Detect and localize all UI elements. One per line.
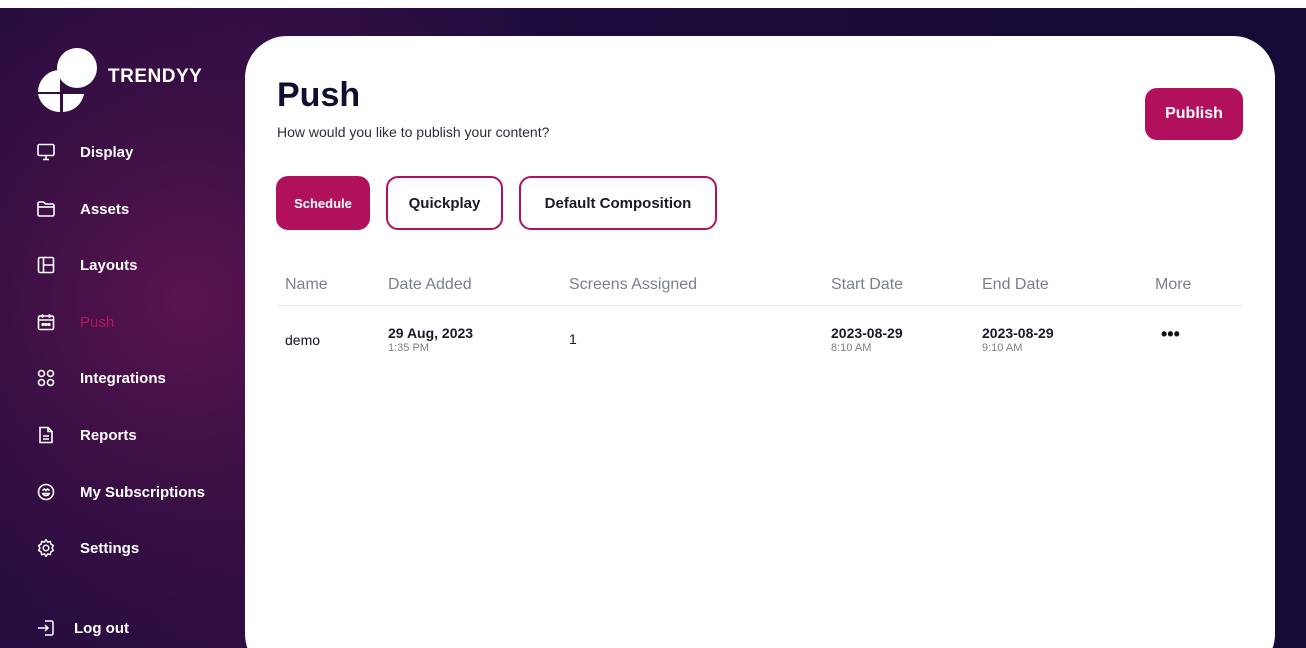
sidebar-item-integrations[interactable]: Integrations (36, 364, 166, 392)
sidebar-item-push[interactable]: Push (36, 308, 114, 336)
end-time-value: 9:10 AM (982, 342, 1023, 354)
gear-icon (36, 538, 56, 558)
report-icon (36, 425, 56, 445)
page-subtitle: How would you like to publish your conte… (277, 124, 550, 140)
tab-schedule[interactable]: Schedule (276, 176, 370, 230)
end-date-value: 2023-08-29 (982, 325, 1054, 341)
logout-button[interactable]: Log out (36, 614, 129, 642)
grid-icon (36, 368, 56, 388)
trendyy-logo (36, 48, 100, 113)
start-date-value: 2023-08-29 (831, 325, 903, 341)
sidebar-item-settings[interactable]: Settings (36, 534, 139, 562)
sidebar-item-reports[interactable]: Reports (36, 421, 137, 449)
sidebar-item-label: Display (80, 143, 134, 161)
layout-icon (36, 255, 56, 275)
sidebar-item-display[interactable]: Display (36, 138, 133, 166)
publish-button[interactable]: Publish (1145, 88, 1243, 140)
start-time-value: 8:10 AM (831, 342, 872, 354)
logout-icon (36, 618, 56, 638)
schedule-table: Name Date Added Screens Assigned Start D… (277, 270, 1243, 366)
sidebar-item-label: Integrations (80, 369, 166, 387)
cell-end-date: 2023-08-29 9:10 AM (982, 325, 1054, 354)
sidebar-item-label: Reports (80, 426, 137, 444)
brand-name: TRENDYY (108, 66, 203, 87)
table-row[interactable]: demo 29 Aug, 2023 1:35 PM 1 2023-08-29 8… (277, 306, 1243, 366)
column-header-end-date: End Date (982, 276, 1049, 293)
date-added-value: 29 Aug, 2023 (388, 325, 474, 341)
sidebar-item-label: Push (80, 313, 115, 331)
more-options-icon[interactable]: ••• (1161, 324, 1180, 345)
sidebar-item-assets[interactable]: Assets (36, 195, 129, 223)
sidebar-item-layouts[interactable]: Layouts (36, 251, 138, 279)
column-header-screens-assigned: Screens Assigned (569, 276, 698, 293)
column-header-start-date: Start Date (831, 276, 904, 293)
sidebar-item-my-subscriptions[interactable]: My Subscriptions (36, 478, 205, 506)
sidebar-item-label: Assets (80, 200, 130, 218)
logout-label: Log out (74, 619, 129, 637)
time-added-value: 1:35 PM (388, 342, 429, 354)
top-strip (0, 0, 1306, 8)
subscription-icon (36, 482, 56, 502)
cell-name: demo (285, 332, 321, 348)
cell-start-date: 2023-08-29 8:10 AM (831, 325, 903, 354)
cell-screens-assigned: 1 (569, 331, 577, 347)
sidebar-item-label: My Subscriptions (80, 483, 206, 501)
column-header-name: Name (285, 276, 328, 293)
cell-date-added: 29 Aug, 2023 1:35 PM (388, 325, 473, 354)
sidebar: TRENDYY Display Assets Layouts Push Inte… (0, 8, 245, 648)
main-card: Push How would you like to publish your … (245, 36, 1275, 648)
calendar-icon (36, 312, 56, 332)
folder-icon (36, 199, 56, 219)
sidebar-item-label: Layouts (80, 256, 138, 274)
sidebar-item-label: Settings (80, 539, 140, 557)
monitor-icon (36, 142, 56, 162)
column-header-date-added: Date Added (388, 276, 472, 293)
column-header-more: More (1155, 276, 1192, 293)
page-title: Push (277, 76, 361, 114)
tab-default-composition[interactable]: Default Composition (519, 176, 717, 230)
table-header: Name Date Added Screens Assigned Start D… (277, 270, 1243, 306)
tab-quickplay[interactable]: Quickplay (386, 176, 503, 230)
